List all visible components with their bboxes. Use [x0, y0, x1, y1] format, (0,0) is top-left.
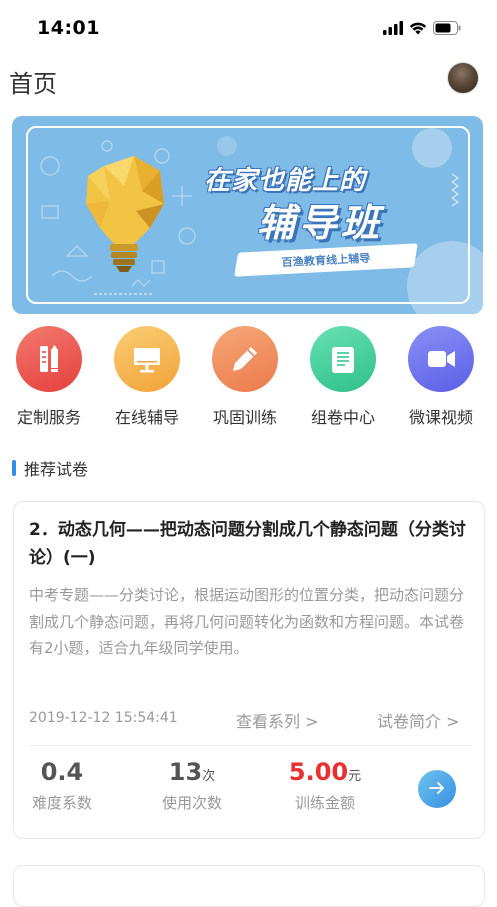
promo-banner[interactable]: 在家也能上的 辅导班 百渔教育线上辅导 [12, 116, 483, 314]
paper-description: 中考专题——分类讨论，根据运动图形的位置分类，把动态问题分割成几个静态问题，再将… [29, 586, 465, 657]
quick-label-custom-service: 定制服务 [16, 408, 81, 427]
section-title: 推荐试卷 [24, 460, 89, 479]
price-value: 5.00 [288, 758, 349, 786]
banner-headline-line2: 辅导班 [257, 201, 384, 245]
banner-frame [26, 126, 470, 304]
paper-intro-link[interactable]: 试卷简介 > [377, 708, 460, 732]
paper-card[interactable]: 2．动态几何——把动态问题分割成几个静态问题（分类讨论）(一) 中考专题——分类… [13, 501, 485, 839]
stat-price: 5.00元 训练金额 [280, 758, 370, 813]
paper-title[interactable]: 2．动态几何——把动态问题分割成几个静态问题（分类讨论）(一) [29, 516, 469, 572]
paper-date: 2019-12-12 15:54:41 [29, 710, 178, 726]
wifi-icon [409, 20, 427, 39]
scroll-icon [310, 326, 376, 392]
section-header: 推荐试卷 [12, 457, 88, 479]
quick-label-micro-video: 微课视频 [408, 408, 473, 427]
difficulty-label: 难度系数 [31, 794, 92, 812]
status-icons [383, 20, 461, 39]
nav-bar: 首页 [0, 56, 497, 106]
usage-label: 使用次数 [161, 794, 222, 812]
section-accent-bar [12, 460, 16, 476]
arrow-right-icon [429, 780, 445, 799]
pencil-icon [212, 326, 278, 392]
card-divider [29, 745, 471, 746]
page-title: 首页 [9, 70, 57, 98]
difficulty-value: 0.4 [40, 758, 84, 786]
price-label: 训练金额 [294, 794, 355, 812]
quick-item-online-tutoring[interactable]: 在线辅导 [101, 326, 193, 428]
stat-difficulty: 0.4 难度系数 [28, 758, 96, 813]
price-unit: 元 [348, 769, 362, 784]
status-time: 14:01 [37, 17, 100, 39]
view-series-link[interactable]: 查看系列 > [236, 708, 319, 732]
quick-label-practice: 巩固训练 [212, 408, 277, 427]
video-camera-icon [408, 326, 474, 392]
avatar[interactable] [447, 62, 479, 94]
usage-unit: 次 [202, 769, 216, 784]
quick-item-paper-center[interactable]: 组卷中心 [297, 326, 389, 428]
banner-slogan: 百渔教育线上辅导 [281, 251, 371, 270]
status-bar: 14:01 [0, 0, 497, 50]
start-practice-button[interactable] [418, 770, 456, 808]
battery-icon [433, 20, 461, 39]
quick-label-paper-center: 组卷中心 [310, 408, 375, 427]
monitor-icon [114, 326, 180, 392]
quick-item-micro-video[interactable]: 微课视频 [395, 326, 487, 428]
quick-menu: 定制服务 在线辅导 巩固训练 组卷中心 微课视频 [0, 326, 497, 436]
quick-label-online-tutoring: 在线辅导 [114, 408, 179, 427]
quick-item-practice[interactable]: 巩固训练 [199, 326, 291, 428]
quick-item-custom-service[interactable]: 定制服务 [3, 326, 95, 428]
signal-icon [383, 20, 403, 39]
paper-card-next[interactable] [13, 865, 485, 907]
ruler-pencil-icon [16, 326, 82, 392]
stat-usage: 13次 使用次数 [152, 758, 232, 813]
usage-value: 13 [168, 758, 203, 786]
